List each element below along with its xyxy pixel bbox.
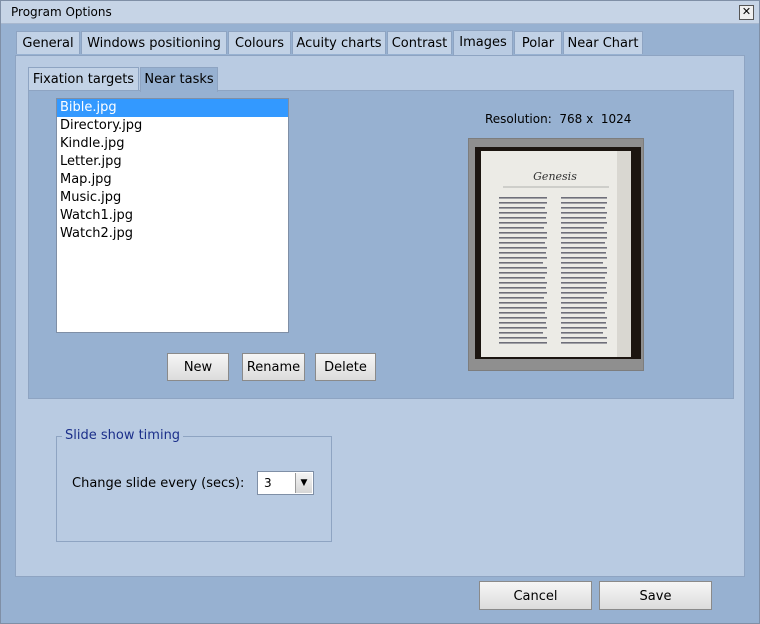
- list-item[interactable]: Music.jpg: [57, 189, 288, 207]
- near-tasks-panel: Bible.jpg Directory.jpg Kindle.jpg Lette…: [28, 90, 734, 399]
- close-icon[interactable]: ✕: [739, 5, 754, 20]
- image-preview: Genesis: [468, 138, 644, 371]
- subtab-fixation-targets[interactable]: Fixation targets: [28, 67, 139, 90]
- chevron-down-icon[interactable]: ▼: [295, 473, 312, 493]
- slideshow-timing-group: Slide show timing Change slide every (se…: [56, 428, 332, 542]
- resolution-label: Resolution:: [485, 112, 552, 126]
- list-item[interactable]: Map.jpg: [57, 171, 288, 189]
- new-button[interactable]: New: [167, 353, 229, 381]
- preview-heading: Genesis: [533, 170, 577, 183]
- bible-preview-image: Genesis: [469, 139, 643, 370]
- delete-button[interactable]: Delete: [315, 353, 376, 381]
- list-item[interactable]: Kindle.jpg: [57, 135, 288, 153]
- resolution-width: 768: [559, 112, 583, 126]
- resolution-sep: x: [586, 112, 594, 126]
- slide-interval-label: Change slide every (secs):: [72, 476, 245, 491]
- cancel-button[interactable]: Cancel: [479, 581, 592, 610]
- tab-images[interactable]: Images: [453, 30, 513, 55]
- list-item[interactable]: Watch1.jpg: [57, 207, 288, 225]
- save-button[interactable]: Save: [599, 581, 712, 610]
- slide-interval-select[interactable]: 3 ▼: [257, 471, 314, 495]
- tab-near-chart[interactable]: Near Chart: [563, 31, 643, 54]
- tab-polar[interactable]: Polar: [514, 31, 562, 54]
- list-item[interactable]: Watch2.jpg: [57, 225, 288, 243]
- tab-windows-positioning[interactable]: Windows positioning: [81, 31, 227, 54]
- title-bar: Program Options ✕: [1, 1, 759, 24]
- slide-interval-value: 3: [264, 476, 272, 490]
- resolution-height: 1024: [600, 112, 632, 126]
- list-item[interactable]: Letter.jpg: [57, 153, 288, 171]
- tab-colours[interactable]: Colours: [228, 31, 291, 54]
- rename-button[interactable]: Rename: [242, 353, 305, 381]
- program-options-window: Program Options ✕ General Windows positi…: [0, 0, 760, 624]
- tab-contrast[interactable]: Contrast: [387, 31, 452, 54]
- list-item[interactable]: Directory.jpg: [57, 117, 288, 135]
- slideshow-timing-legend: Slide show timing: [62, 428, 184, 443]
- list-item[interactable]: Bible.jpg: [57, 99, 288, 117]
- tab-acuity-charts[interactable]: Acuity charts: [292, 31, 386, 54]
- images-tab-panel: Fixation targets Near tasks Bible.jpg Di…: [15, 55, 745, 577]
- tab-general[interactable]: General: [16, 31, 80, 54]
- window-title: Program Options: [11, 5, 112, 19]
- image-file-list[interactable]: Bible.jpg Directory.jpg Kindle.jpg Lette…: [56, 98, 289, 333]
- subtab-near-tasks[interactable]: Near tasks: [140, 67, 218, 92]
- resolution-readout: Resolution: 768 x 1024: [485, 112, 631, 126]
